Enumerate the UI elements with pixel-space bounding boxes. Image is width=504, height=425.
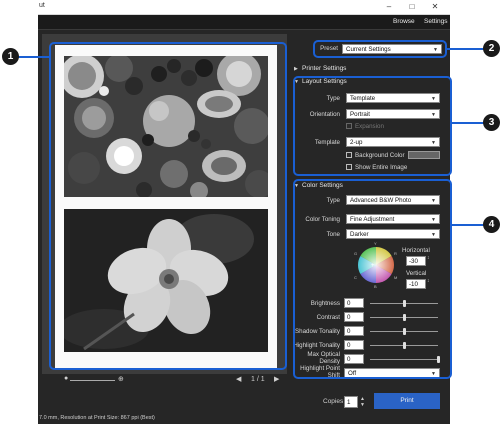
chevron-right-icon[interactable]: ▶ bbox=[294, 66, 298, 72]
zoom-out-icon[interactable]: ● bbox=[64, 375, 68, 382]
title-bar: ut – □ ✕ bbox=[38, 0, 450, 15]
print-button[interactable]: Print bbox=[374, 393, 440, 409]
menu-browse[interactable]: Browse bbox=[393, 18, 415, 25]
next-page-icon[interactable]: ▶ bbox=[274, 375, 279, 383]
menu-settings[interactable]: Settings bbox=[424, 18, 448, 25]
callout-frame-3 bbox=[293, 76, 452, 176]
callout-frame-1 bbox=[49, 42, 287, 370]
callout-number-2: 2 bbox=[483, 40, 500, 57]
callout-frame-4 bbox=[293, 179, 452, 379]
zoom-slider[interactable] bbox=[70, 380, 115, 381]
callout-leader-3 bbox=[452, 122, 484, 124]
maximize-icon[interactable]: □ bbox=[401, 1, 423, 13]
close-icon[interactable]: ✕ bbox=[424, 1, 446, 13]
prev-page-icon[interactable]: ◀ bbox=[236, 375, 241, 383]
preview-footer: ● ⊕ ◀ 1 / 1 ▶ bbox=[42, 374, 287, 388]
page-indicator: 1 / 1 bbox=[251, 376, 265, 383]
menu-bar: Browse Settings bbox=[38, 15, 450, 30]
callout-number-3: 3 bbox=[483, 114, 500, 131]
copies-label: Copies bbox=[323, 398, 344, 405]
printer-settings-header[interactable]: Printer Settings bbox=[302, 65, 346, 72]
callout-leader-1 bbox=[17, 56, 50, 58]
minimize-icon[interactable]: – bbox=[378, 1, 400, 13]
copies-stepper-icon[interactable]: ▲ ▼ bbox=[360, 396, 365, 408]
window-title: ut bbox=[39, 2, 45, 9]
callout-number-4: 4 bbox=[483, 216, 500, 233]
callout-number-1: 1 bbox=[2, 48, 19, 65]
status-text: 7.0 mm, Resolution at Print Size: 867 pp… bbox=[39, 415, 155, 421]
callout-frame-2 bbox=[313, 40, 447, 58]
callout-leader-4 bbox=[452, 224, 484, 226]
copies-input[interactable]: 1 bbox=[344, 396, 358, 408]
status-bar: 7.0 mm, Resolution at Print Size: 867 pp… bbox=[38, 413, 450, 424]
callout-leader-2 bbox=[447, 48, 484, 50]
zoom-in-icon[interactable]: ⊕ bbox=[118, 375, 124, 383]
